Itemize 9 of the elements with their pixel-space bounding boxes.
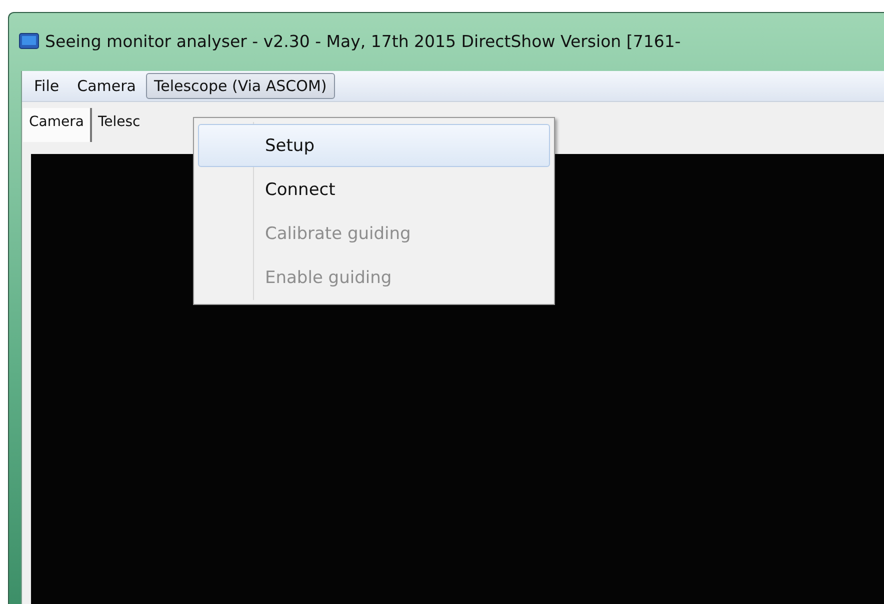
menu-item[interactable]: File [26,73,68,99]
menu-item[interactable]: Telescope (Via ASCOM) [146,73,335,99]
monitor-icon [19,33,39,49]
menu-item[interactable]: Camera [69,73,144,99]
tab[interactable]: Telesc [92,108,146,142]
menu-option[interactable]: Connect [198,168,550,211]
menu-option[interactable]: Setup [198,124,550,167]
window-title: Seeing monitor analyser - v2.30 - May, 17th 2015 DirectShow Version [7161- [45,32,681,50]
tab[interactable]: Camera [23,108,92,142]
